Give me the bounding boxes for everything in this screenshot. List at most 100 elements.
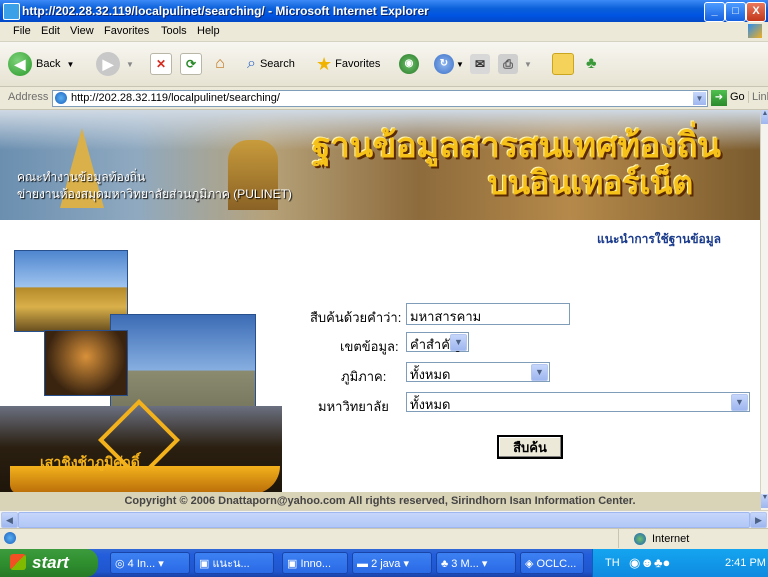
task-label: 3 M... — [451, 558, 479, 570]
dancer-photo — [44, 330, 128, 396]
tray-icons[interactable]: ◉☻♣● — [629, 555, 670, 571]
horizontal-scrollbar[interactable]: ◀ ▶ — [0, 510, 768, 528]
java-icon: ▬ — [357, 558, 372, 570]
minimize-button[interactable]: _ — [704, 2, 725, 22]
media-icon: ◉ — [399, 54, 419, 74]
history-button[interactable]: ↻ ▼ — [434, 50, 464, 78]
address-dropdown-icon[interactable]: ▼ — [693, 92, 706, 105]
region-value: ทั้งหมด — [410, 367, 451, 382]
copyright-footer: Copyright © 2006 Dnattaporn@yahoo.com Al… — [0, 492, 760, 510]
history-icon: ↻ — [434, 54, 454, 74]
page-icon — [55, 92, 67, 104]
scope-label: เขตข้อมูล: — [340, 339, 399, 354]
favorites-star-icon: ★ — [316, 53, 333, 74]
title-bar: http://202.28.32.119/localpulinet/search… — [0, 0, 768, 22]
keyword-value: มหาสารคาม — [410, 309, 482, 324]
forward-button[interactable]: ▶ ▼ — [96, 50, 134, 78]
university-select[interactable]: ทั้งหมด ▼ — [406, 392, 750, 412]
scope-select[interactable]: คำสำคัญ ▼ — [406, 332, 469, 352]
status-divider — [618, 529, 619, 548]
toolbar: ◀ Back ▼ ▶ ▼ ✕ ⟳ ⌂ ⌕ Search ★ Favorites … — [0, 42, 768, 87]
task-label: OCLC... — [536, 558, 577, 570]
horizontal-scroll-thumb[interactable] — [18, 512, 750, 528]
oclc-icon: ◈ — [525, 558, 537, 570]
history-dropdown-icon[interactable]: ▼ — [456, 60, 464, 69]
stop-button[interactable]: ✕ — [150, 50, 172, 78]
print-button[interactable]: ⎙ ▼ — [498, 50, 532, 78]
page-content: คณะทำงานข้อมูลท้องถิ่น ข่ายงานห้องสมุดมห… — [0, 110, 760, 510]
university-value: ทั้งหมด — [410, 397, 451, 412]
start-button[interactable]: start — [0, 549, 98, 577]
task-label: 4 In... — [127, 558, 156, 570]
back-arrow-icon: ◀ — [8, 52, 32, 76]
folder-button[interactable] — [552, 50, 574, 78]
status-bar: Internet — [0, 528, 768, 549]
home-button[interactable]: ⌂ — [210, 50, 230, 78]
search-button[interactable]: ⌕ Search — [247, 50, 295, 78]
go-button[interactable]: Go — [730, 91, 745, 103]
forward-dropdown-icon[interactable]: ▼ — [126, 60, 134, 69]
boat-caption: เสาชิงช้าภูมิศักดิ์ — [40, 454, 140, 470]
university-label: มหาวิทยาลัย — [318, 399, 389, 414]
university-dropdown-icon[interactable]: ▼ — [731, 394, 748, 411]
back-button[interactable]: ◀ Back ▼ — [8, 50, 74, 78]
mail-button[interactable]: ✉ — [470, 50, 490, 78]
favorites-button[interactable]: ★ Favorites — [316, 50, 380, 78]
links-button[interactable]: Links — [748, 91, 768, 103]
system-tray: TH ◉☻♣● 2:41 PM — [592, 549, 768, 577]
go-arrow-icon[interactable]: ➜ — [711, 90, 727, 106]
menu-help[interactable]: Help — [197, 25, 220, 37]
close-button[interactable]: X — [746, 2, 766, 22]
scroll-down-icon[interactable]: ▼ — [761, 494, 768, 508]
task-java[interactable]: ▬ 2 java ▾ — [352, 552, 432, 574]
menu-edit[interactable]: Edit — [41, 25, 60, 37]
region-select[interactable]: ทั้งหมด ▼ — [406, 362, 550, 382]
region-label: ภูมิภาค: — [341, 369, 387, 384]
banner-subtitle-2: ข่ายงานห้องสมุดมหาวิทยาลัยส่วนภูมิภาค (P… — [17, 187, 292, 201]
search-label: Search — [259, 58, 295, 70]
region-dropdown-icon[interactable]: ▼ — [531, 364, 548, 381]
refresh-button[interactable]: ⟳ — [180, 50, 202, 78]
language-indicator[interactable]: TH — [605, 557, 620, 569]
mail-icon: ✉ — [470, 54, 490, 74]
menu-file[interactable]: File — [13, 25, 31, 37]
stop-icon: ✕ — [150, 53, 172, 75]
scroll-up-icon[interactable]: ▲ — [761, 110, 768, 124]
folder-icon — [552, 53, 574, 75]
back-dropdown-icon[interactable]: ▼ — [66, 60, 74, 69]
task-label: แนะน... — [212, 558, 250, 570]
header-banner: คณะทำงานข้อมูลท้องถิ่น ข่ายงานห้องสมุดมห… — [0, 110, 760, 220]
ie-icon — [3, 3, 20, 20]
scope-dropdown-icon[interactable]: ▼ — [450, 334, 467, 351]
keyword-label: สืบค้นด้วยคำว่า: — [310, 310, 402, 325]
task-word[interactable]: ▣ แนะน... — [194, 552, 274, 574]
media-button[interactable]: ◉ — [399, 50, 419, 78]
maximize-button[interactable]: □ — [725, 2, 746, 22]
search-icon: ⌕ — [247, 55, 256, 72]
word-icon: ▣ — [199, 558, 213, 570]
menu-view[interactable]: View — [70, 25, 94, 37]
keyword-input[interactable]: มหาสารคาม — [406, 303, 570, 325]
clock: 2:41 PM — [725, 557, 766, 569]
menu-tools[interactable]: Tools — [161, 25, 187, 37]
address-label: Address — [8, 91, 49, 103]
task-oclc[interactable]: ◈ OCLC... — [520, 552, 584, 574]
task-label: 2 java — [371, 558, 401, 570]
guide-link[interactable]: แนะนำการใช้ฐานข้อมูล — [597, 230, 721, 249]
task-messenger[interactable]: ♣ 3 M... ▾ — [436, 552, 516, 574]
search-submit-button[interactable]: สืบค้น — [497, 435, 563, 459]
address-input[interactable]: http://202.28.32.119/localpulinet/search… — [52, 90, 708, 107]
scroll-right-icon[interactable]: ▶ — [750, 512, 767, 528]
task-internet-explorer[interactable]: ◎ 4 In... ▾ — [110, 552, 190, 574]
home-icon: ⌂ — [215, 55, 225, 72]
menu-favorites[interactable]: Favorites — [104, 25, 149, 37]
messenger-button[interactable]: ♣ — [586, 50, 597, 78]
scroll-left-icon[interactable]: ◀ — [1, 512, 18, 528]
internet-zone-label: Internet — [652, 533, 690, 545]
vertical-scrollbar[interactable]: ▲ ▼ — [760, 110, 768, 510]
start-label: start — [32, 553, 69, 572]
task-inno[interactable]: ▣ Inno... — [282, 552, 348, 574]
banner-title-2: บนอินเทอร์เน็ต — [488, 165, 694, 201]
windows-flag-icon — [10, 554, 26, 570]
print-dropdown-icon[interactable]: ▼ — [524, 60, 532, 69]
